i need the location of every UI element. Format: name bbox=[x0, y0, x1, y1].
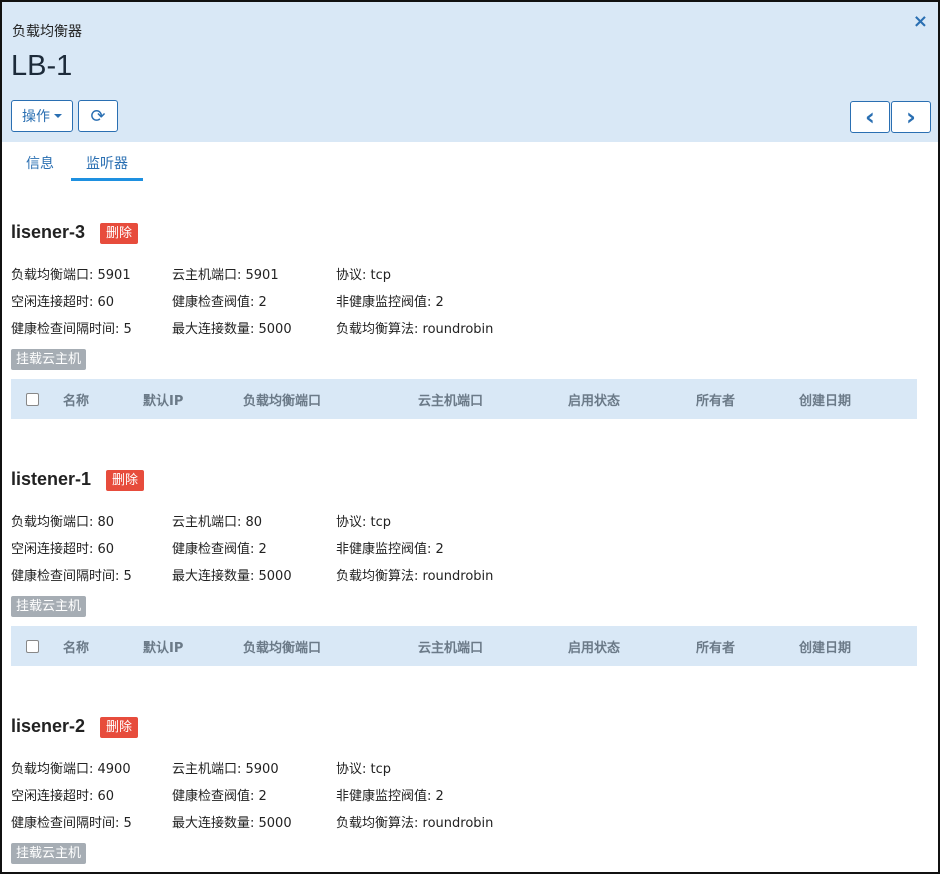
idle-timeout: 空闲连接超时: 60 bbox=[11, 295, 115, 310]
col-created[interactable]: 创建日期 bbox=[799, 637, 851, 656]
col-vm-port[interactable]: 云主机端口 bbox=[418, 390, 483, 409]
actions-label: 操作 bbox=[22, 109, 50, 125]
health-interval: 健康检查间隔时间: 5 bbox=[11, 816, 132, 831]
lb-port: 负载均衡端口: 5901 bbox=[11, 268, 131, 283]
prev-button[interactable]: ‹ bbox=[850, 101, 890, 133]
lb-algorithm: 负载均衡算法: roundrobin bbox=[336, 322, 494, 337]
listener-name: listener-1 bbox=[11, 469, 92, 489]
next-button[interactable]: › bbox=[891, 101, 931, 133]
col-owner[interactable]: 所有者 bbox=[696, 637, 735, 656]
vm-port: 云主机端口: 5901 bbox=[172, 268, 279, 283]
protocol: 协议: tcp bbox=[336, 515, 392, 530]
select-all-checkbox[interactable] bbox=[26, 640, 39, 653]
refresh-icon: ⟳ bbox=[90, 105, 106, 127]
max-connections: 最大连接数量: 5000 bbox=[172, 816, 292, 831]
col-created[interactable]: 创建日期 bbox=[799, 390, 851, 409]
refresh-button[interactable]: ⟳ bbox=[78, 100, 118, 132]
lb-port: 负载均衡端口: 80 bbox=[11, 515, 115, 530]
attach-vm-button[interactable]: 挂载云主机 bbox=[11, 349, 87, 370]
health-interval: 健康检查间隔时间: 5 bbox=[11, 322, 132, 337]
col-name[interactable]: 名称 bbox=[63, 637, 89, 656]
load-balancer-panel: 负载均衡器 LB-1 × 操作 ⟳ ‹ › 信息 监听器 lisener-3 删… bbox=[0, 0, 940, 874]
lb-port: 负载均衡端口: 4900 bbox=[11, 762, 131, 777]
listener-name: lisener-3 bbox=[11, 222, 86, 242]
unhealthy-threshold: 非健康监控阀值: 2 bbox=[336, 789, 444, 804]
col-default-ip[interactable]: 默认IP bbox=[143, 637, 183, 656]
protocol: 协议: tcp bbox=[336, 762, 392, 777]
max-connections: 最大连接数量: 5000 bbox=[172, 322, 292, 337]
table-header: 名称 默认IP 负载均衡端口 云主机端口 启用状态 所有者 创建日期 bbox=[11, 626, 917, 666]
delete-button[interactable]: 删除 bbox=[100, 223, 139, 244]
page-title: LB-1 bbox=[11, 50, 73, 82]
vm-port: 云主机端口: 80 bbox=[172, 515, 263, 530]
tab-listeners[interactable]: 监听器 bbox=[86, 153, 128, 173]
caret-down-icon bbox=[54, 114, 62, 118]
chevron-left-icon: ‹ bbox=[865, 103, 875, 131]
col-status[interactable]: 启用状态 bbox=[568, 390, 620, 409]
col-default-ip[interactable]: 默认IP bbox=[143, 390, 183, 409]
close-icon[interactable]: × bbox=[913, 12, 928, 32]
col-status[interactable]: 启用状态 bbox=[568, 637, 620, 656]
protocol: 协议: tcp bbox=[336, 268, 392, 283]
max-connections: 最大连接数量: 5000 bbox=[172, 569, 292, 584]
lb-algorithm: 负载均衡算法: roundrobin bbox=[336, 569, 494, 584]
delete-button[interactable]: 删除 bbox=[100, 717, 139, 738]
health-threshold: 健康检查阀值: 2 bbox=[172, 789, 267, 804]
delete-button[interactable]: 删除 bbox=[106, 470, 145, 491]
listener-name: lisener-2 bbox=[11, 716, 86, 736]
lb-algorithm: 负载均衡算法: roundrobin bbox=[336, 816, 494, 831]
tab-info[interactable]: 信息 bbox=[26, 153, 54, 173]
health-interval: 健康检查间隔时间: 5 bbox=[11, 569, 132, 584]
col-vm-port[interactable]: 云主机端口 bbox=[418, 637, 483, 656]
health-threshold: 健康检查阀值: 2 bbox=[172, 542, 267, 557]
select-all-checkbox[interactable] bbox=[26, 393, 39, 406]
active-tab-indicator bbox=[71, 178, 143, 181]
unhealthy-threshold: 非健康监控阀值: 2 bbox=[336, 542, 444, 557]
actions-dropdown-button[interactable]: 操作 bbox=[11, 100, 73, 132]
panel-subtitle: 负载均衡器 bbox=[12, 24, 82, 40]
chevron-right-icon: › bbox=[906, 103, 916, 131]
attach-vm-button[interactable]: 挂载云主机 bbox=[11, 596, 87, 617]
idle-timeout: 空闲连接超时: 60 bbox=[11, 789, 115, 804]
col-name[interactable]: 名称 bbox=[63, 390, 89, 409]
panel-header: 负载均衡器 LB-1 × 操作 ⟳ ‹ › bbox=[2, 2, 938, 142]
health-threshold: 健康检查阀值: 2 bbox=[172, 295, 267, 310]
idle-timeout: 空闲连接超时: 60 bbox=[11, 542, 115, 557]
vm-port: 云主机端口: 5900 bbox=[172, 762, 279, 777]
col-lb-port[interactable]: 负载均衡端口 bbox=[243, 637, 321, 656]
col-owner[interactable]: 所有者 bbox=[696, 390, 735, 409]
unhealthy-threshold: 非健康监控阀值: 2 bbox=[336, 295, 444, 310]
col-lb-port[interactable]: 负载均衡端口 bbox=[243, 390, 321, 409]
attach-vm-button[interactable]: 挂载云主机 bbox=[11, 843, 87, 864]
table-header: 名称 默认IP 负载均衡端口 云主机端口 启用状态 所有者 创建日期 bbox=[11, 379, 917, 419]
